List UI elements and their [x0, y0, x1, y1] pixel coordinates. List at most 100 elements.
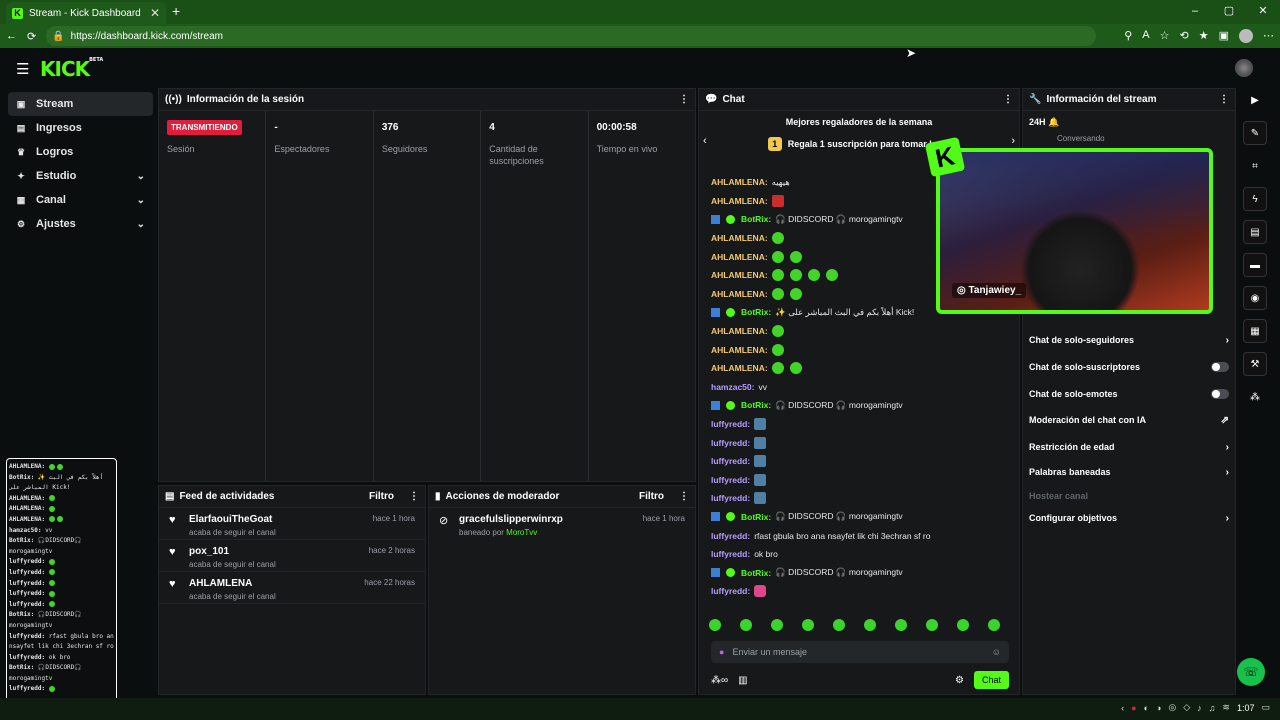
chat-username[interactable]: BotRix:: [741, 512, 771, 522]
toggle-switch[interactable]: [1211, 389, 1229, 399]
setting-2[interactable]: Chat de solo-emotes: [1029, 385, 1229, 403]
setting-4[interactable]: Restricción de edad ›: [1029, 438, 1229, 456]
steam-icon[interactable]: ◎: [1168, 702, 1176, 713]
sidebar-item-canal[interactable]: ▦ Canal ⌄: [8, 188, 153, 212]
mod-by[interactable]: MoroTvv: [506, 528, 537, 537]
more-icon[interactable]: ⋮: [409, 491, 419, 502]
chat-username[interactable]: AHLAMLENA:: [711, 270, 768, 280]
chat-username[interactable]: luffyredd:: [711, 493, 750, 503]
setting-5[interactable]: Palabras baneadas ›: [1029, 463, 1229, 481]
more-icon[interactable]: ⋮: [1003, 94, 1013, 105]
help-icon[interactable]: ☏: [1237, 658, 1265, 686]
chat-username[interactable]: luffyredd:: [711, 586, 750, 596]
more-icon[interactable]: ⋯: [1263, 29, 1274, 43]
close-window-icon[interactable]: ✕: [1246, 0, 1280, 24]
browser-tab[interactable]: K Stream - Kick Dashboard ✕: [6, 2, 166, 24]
infinity-icon[interactable]: ⁂∞: [711, 675, 728, 686]
chevron-right-icon[interactable]: ›: [1226, 335, 1229, 346]
emote-icon[interactable]: [802, 619, 814, 631]
chat-username[interactable]: luffyredd:: [711, 531, 750, 541]
minimize-icon[interactable]: –: [1178, 0, 1212, 24]
gear-icon[interactable]: ⚙: [955, 675, 964, 686]
lightning-icon[interactable]: ϟ: [1243, 187, 1267, 211]
emoji-icon[interactable]: ☺: [992, 647, 1001, 657]
record-icon[interactable]: ●: [1131, 703, 1136, 713]
setting-1[interactable]: Chat de solo-suscriptores: [1029, 358, 1229, 376]
app-icon[interactable]: ◐: [1144, 703, 1149, 713]
chat-username[interactable]: AHLAMLENA:: [711, 196, 768, 206]
clip-icon[interactable]: ⌗: [1243, 154, 1267, 178]
emote-icon[interactable]: [926, 619, 938, 631]
chevron-down-icon[interactable]: ⌄: [137, 171, 145, 182]
kick-logo[interactable]: KICKBETA: [40, 57, 103, 81]
chat-username[interactable]: BotRix:: [741, 214, 771, 224]
sidebar-item-estudio[interactable]: ✦ Estudio ⌄: [8, 164, 153, 188]
mic-icon[interactable]: ♪: [1197, 703, 1202, 713]
user-avatar[interactable]: [1235, 59, 1253, 77]
chat-username[interactable]: AHLAMLENA:: [711, 177, 768, 187]
chevron-left-icon[interactable]: ‹: [703, 135, 707, 147]
volume-icon[interactable]: ♫: [1209, 703, 1216, 713]
activity-user[interactable]: pox_101: [189, 546, 276, 557]
chat-username[interactable]: BotRix:: [741, 400, 771, 410]
chat-icon[interactable]: ▬: [1243, 253, 1267, 277]
emote-icon[interactable]: [709, 619, 721, 631]
browser-profile-avatar[interactable]: [1239, 29, 1253, 43]
emote-icon[interactable]: [771, 619, 783, 631]
chat-username[interactable]: luffyredd:: [711, 549, 750, 559]
chat-username[interactable]: BotRix:: [741, 568, 771, 578]
chat-username[interactable]: luffyredd:: [711, 419, 750, 429]
chat-username[interactable]: AHLAMLENA:: [711, 345, 768, 355]
emote-icon[interactable]: [957, 619, 969, 631]
back-icon[interactable]: ←: [6, 30, 17, 42]
chat-input[interactable]: ● Enviar un mensaje ☺: [711, 641, 1009, 663]
chat-send-button[interactable]: Chat: [973, 671, 1009, 689]
filter-button[interactable]: Filtro: [639, 491, 664, 502]
favorite-icon[interactable]: ☆: [1160, 29, 1170, 43]
chevron-down-icon[interactable]: ⌄: [137, 195, 145, 206]
wifi-icon[interactable]: ≋: [1222, 702, 1230, 713]
chat-username[interactable]: BotRix:: [741, 307, 771, 317]
read-aloud-icon[interactable]: A: [1142, 29, 1149, 43]
setting-7[interactable]: Configurar objetivos ›: [1029, 509, 1229, 527]
url-field[interactable]: 🔒 https://dashboard.kick.com/stream: [46, 26, 1097, 46]
broadcast-icon[interactable]: ◉: [1243, 286, 1267, 310]
emote-icon[interactable]: [895, 619, 907, 631]
chat-username[interactable]: hamzac50:: [711, 382, 754, 392]
chat-username[interactable]: luffyredd:: [711, 475, 750, 485]
store-icon[interactable]: ▥: [738, 675, 747, 686]
chat-username[interactable]: AHLAMLENA:: [711, 289, 768, 299]
app-icon[interactable]: ◑: [1156, 703, 1161, 713]
mic-icon[interactable]: ●: [719, 647, 724, 657]
external-icon[interactable]: ⇗: [1221, 415, 1229, 426]
chat-username[interactable]: AHLAMLENA:: [711, 326, 768, 336]
chat-username[interactable]: AHLAMLENA:: [711, 252, 768, 262]
setting-0[interactable]: Chat de solo-seguidores ›: [1029, 331, 1229, 349]
setting-3[interactable]: Moderación del chat con IA ⇗: [1029, 411, 1229, 429]
emote-icon[interactable]: [988, 619, 1000, 631]
favorites-bar-icon[interactable]: ★: [1199, 29, 1209, 43]
emote-icon[interactable]: [740, 619, 752, 631]
emote-icon[interactable]: [864, 619, 876, 631]
edit-icon[interactable]: ✎: [1243, 121, 1267, 145]
chevron-right-icon[interactable]: ›: [1226, 467, 1229, 478]
chevron-right-icon[interactable]: ›: [1226, 513, 1229, 524]
chat-username[interactable]: AHLAMLENA:: [711, 363, 768, 373]
mod-user[interactable]: gracefulslipperwinrxp: [459, 514, 563, 525]
more-icon[interactable]: ⋮: [1219, 94, 1229, 105]
sidebar-item-ajustes[interactable]: ⚙ Ajustes ⌄: [8, 212, 153, 236]
activity-user[interactable]: ElarfaouiTheGoat: [189, 514, 276, 525]
sidebar-item-logros[interactable]: ♛ Logros: [8, 140, 153, 164]
extensions-icon[interactable]: ⟲: [1180, 29, 1189, 43]
toggle-switch[interactable]: [1211, 362, 1229, 372]
play-icon[interactable]: ▶: [1243, 88, 1267, 112]
layout-icon[interactable]: ▦: [1243, 319, 1267, 343]
sidebar-item-stream[interactable]: ▣ Stream: [8, 92, 153, 116]
chevron-down-icon[interactable]: ⌄: [137, 219, 145, 230]
share-icon[interactable]: ⁂: [1243, 385, 1267, 409]
chevron-left-icon[interactable]: ‹: [1121, 703, 1124, 713]
wrench-icon[interactable]: ⚒: [1243, 352, 1267, 376]
refresh-icon[interactable]: ⟳: [27, 30, 36, 43]
new-tab-icon[interactable]: +: [172, 3, 180, 19]
menu-icon[interactable]: ☰: [16, 60, 29, 78]
